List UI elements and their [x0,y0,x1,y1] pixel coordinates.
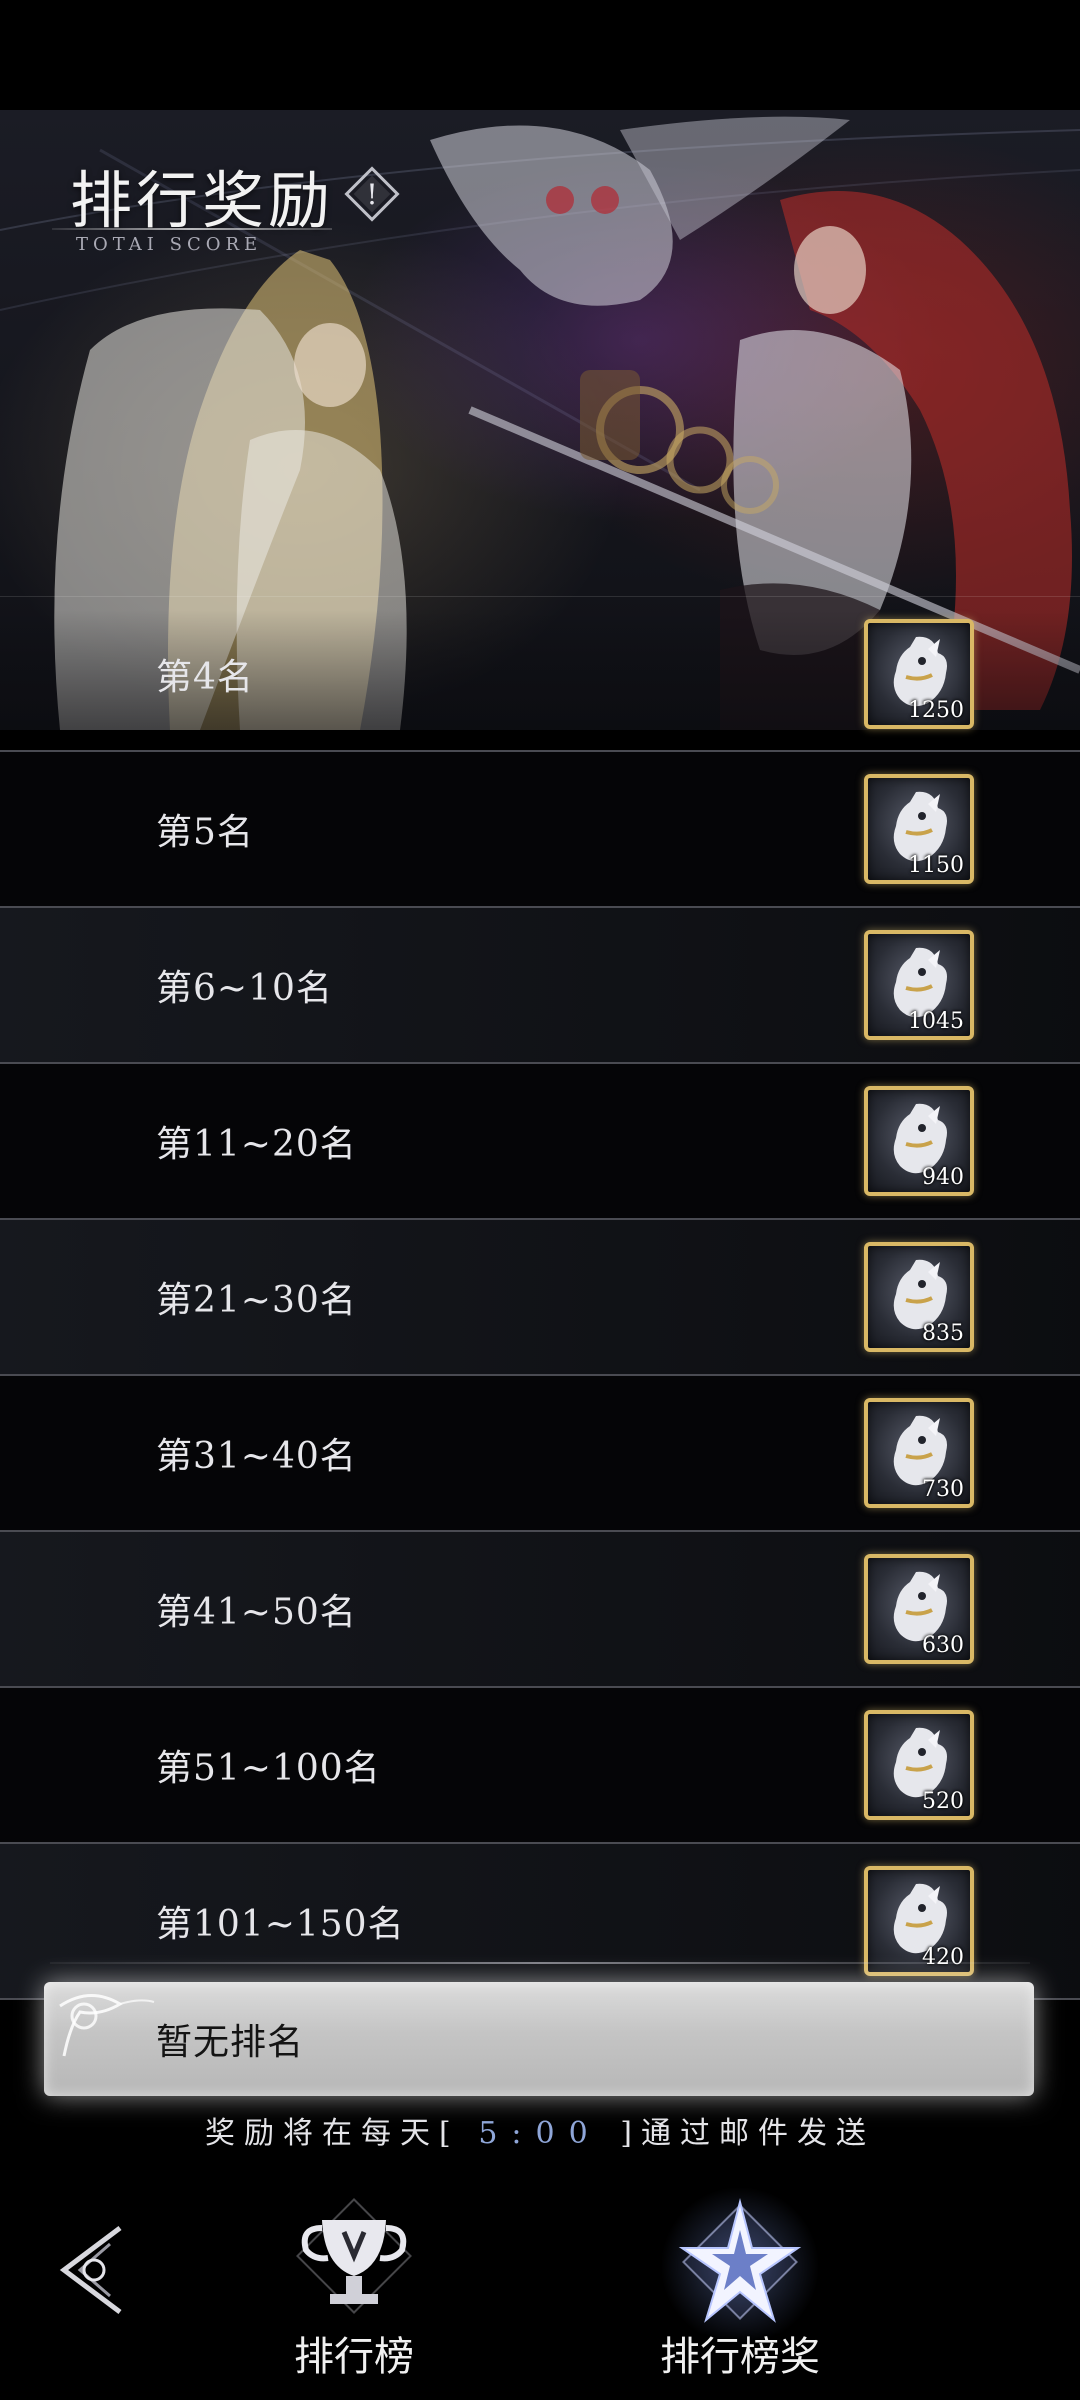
reward-item-slot[interactable]: 420 [864,1866,974,1976]
nav-ranking-rewards-button[interactable]: 排行榜奖 [640,2186,840,2396]
reward-row: 第5名 1150 [0,752,1080,908]
reward-row: 第21~30名 835 [0,1220,1080,1376]
reward-item-slot[interactable]: 1150 [864,774,974,884]
screen: 排行奖励 TOTAI SCORE ! 第4名 1250 第5名 1150 第6~… [0,0,1080,2400]
nav-ranking-label: 排行榜 [294,2334,414,2380]
reward-row: 第31~40名 730 [0,1376,1080,1532]
rank-range-label: 第6~10名 [156,968,333,1009]
rank-range-label: 第5名 [156,812,254,853]
notice-prefix: 奖励将在每天[ [205,2116,460,2151]
back-button[interactable] [50,2222,130,2318]
notice-suffix: ]通过邮件发送 [620,2116,875,2151]
reward-row: 第4名 1250 [0,596,1080,752]
reward-list: 第4名 1250 第5名 1150 第6~10名 1045 第11~20名 94… [0,596,1080,2000]
reward-item-slot[interactable]: 730 [864,1398,974,1508]
rose-ornament-icon [59,1994,155,2057]
reward-quantity: 1150 [908,853,964,878]
rank-range-label: 第41~50名 [156,1592,357,1633]
reward-row: 第11~20名 940 [0,1064,1080,1220]
reward-quantity: 835 [922,1321,964,1346]
page-title: 排行奖励 [70,164,335,237]
title-underline [52,228,332,230]
reward-item-slot[interactable]: 940 [864,1086,974,1196]
reward-quantity: 630 [922,1633,964,1658]
reward-row: 第101~150名 420 [0,1844,1080,2000]
notice-time: 5:00 [478,2116,602,2151]
rank-range-label: 第51~100名 [156,1748,381,1789]
reward-item-slot[interactable]: 1045 [864,930,974,1040]
back-arrow-icon [59,2226,122,2314]
info-icon[interactable]: ! [344,166,400,222]
reward-quantity: 520 [922,1789,964,1814]
rank-range-label: 第31~40名 [156,1436,357,1477]
nav-ranking-rewards-label: 排行榜奖 [660,2334,820,2380]
nav-ranking-button[interactable]: 排行榜 [254,2196,454,2396]
reward-quantity: 1250 [908,698,964,723]
rank-range-label: 第4名 [156,656,254,698]
page-subtitle: TOTAI SCORE [76,234,263,255]
reward-item-slot[interactable]: 630 [864,1554,974,1664]
rank-range-label: 第11~20名 [156,1124,357,1165]
reward-row: 第41~50名 630 [0,1532,1080,1688]
my-rank-bar: 暂无排名 [44,1982,1034,2096]
my-rank-text: 暂无排名 [156,2022,305,2063]
rank-range-label: 第21~30名 [156,1280,357,1321]
rank-range-label: 第101~150名 [156,1904,405,1945]
reward-row: 第6~10名 1045 [0,908,1080,1064]
status-area [0,0,1080,110]
reward-item-slot[interactable]: 1250 [864,619,974,729]
reward-quantity: 1045 [908,1009,964,1034]
reward-mail-notice: 奖励将在每天[ 5:00 ]通过邮件发送 [0,2108,1080,2152]
reward-quantity: 730 [922,1477,964,1502]
reward-quantity: 420 [922,1945,964,1970]
reward-item-slot[interactable]: 835 [864,1242,974,1352]
trophy-icon [296,2198,412,2314]
reward-row: 第51~100名 520 [0,1688,1080,1844]
reward-quantity: 940 [922,1165,964,1190]
svg-text:!: ! [366,178,377,211]
reward-item-slot[interactable]: 520 [864,1710,974,1820]
divider-ornament [50,1962,1030,1964]
star-icon [678,2198,802,2323]
